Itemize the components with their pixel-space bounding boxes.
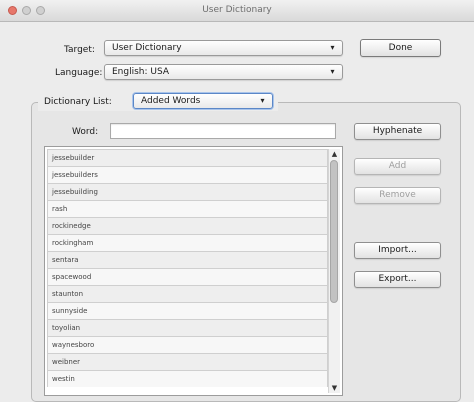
list-item[interactable]: sunnyside (47, 302, 328, 319)
import-button[interactable]: Import... (354, 242, 441, 259)
chevron-down-icon: ▾ (330, 43, 335, 52)
word-list[interactable]: jessebuilder jessebuilders jessebuilding ra… (44, 146, 343, 396)
target-label: Target: (64, 45, 95, 55)
word-list-rows: jessebuilder jessebuilders jessebuilding ra… (47, 149, 328, 387)
list-item[interactable]: staunton (47, 285, 328, 302)
target-popup-value: User Dictionary (112, 43, 182, 53)
word-input[interactable] (110, 123, 336, 139)
list-item[interactable]: rash (47, 200, 328, 217)
dictionary-list-popup[interactable]: Added Words ▾ (133, 93, 273, 109)
target-popup[interactable]: User Dictionary ▾ (104, 40, 343, 56)
dictionary-list-label: Dictionary List: (44, 97, 112, 107)
list-item[interactable]: waynesboro (47, 336, 328, 353)
scroll-up-icon[interactable]: ▲ (330, 149, 339, 159)
word-label: Word: (72, 127, 99, 137)
add-button[interactable]: Add (354, 158, 441, 175)
dictionary-list-popup-value: Added Words (141, 96, 201, 106)
list-item[interactable]: rockingham (47, 234, 328, 251)
list-item[interactable]: spacewood (47, 268, 328, 285)
list-item[interactable]: jessebuilders (47, 166, 328, 183)
scroll-down-icon[interactable]: ▼ (330, 383, 339, 393)
language-label: Language: (55, 68, 103, 78)
list-scrollbar[interactable]: ▲ ▼ (328, 149, 340, 393)
list-item[interactable]: toyolian (47, 319, 328, 336)
remove-button[interactable]: Remove (354, 187, 441, 204)
language-popup-value: English: USA (112, 67, 170, 77)
list-item[interactable]: westin (47, 370, 328, 387)
chevron-down-icon: ▾ (330, 67, 335, 76)
list-item[interactable]: weibner (47, 353, 328, 370)
list-item[interactable]: jessebuilding (47, 183, 328, 200)
done-button[interactable]: Done (360, 39, 441, 57)
window-title: User Dictionary (202, 5, 272, 15)
title-bar: User Dictionary (0, 0, 474, 22)
list-item[interactable]: sentara (47, 251, 328, 268)
chevron-down-icon: ▾ (260, 96, 265, 105)
hyphenate-button[interactable]: Hyphenate (354, 123, 441, 140)
list-item[interactable]: rockinedge (47, 217, 328, 234)
scroll-thumb[interactable] (330, 160, 338, 303)
list-item[interactable]: jessebuilder (47, 149, 328, 166)
export-button[interactable]: Export... (354, 271, 441, 288)
language-popup[interactable]: English: USA ▾ (104, 64, 343, 80)
